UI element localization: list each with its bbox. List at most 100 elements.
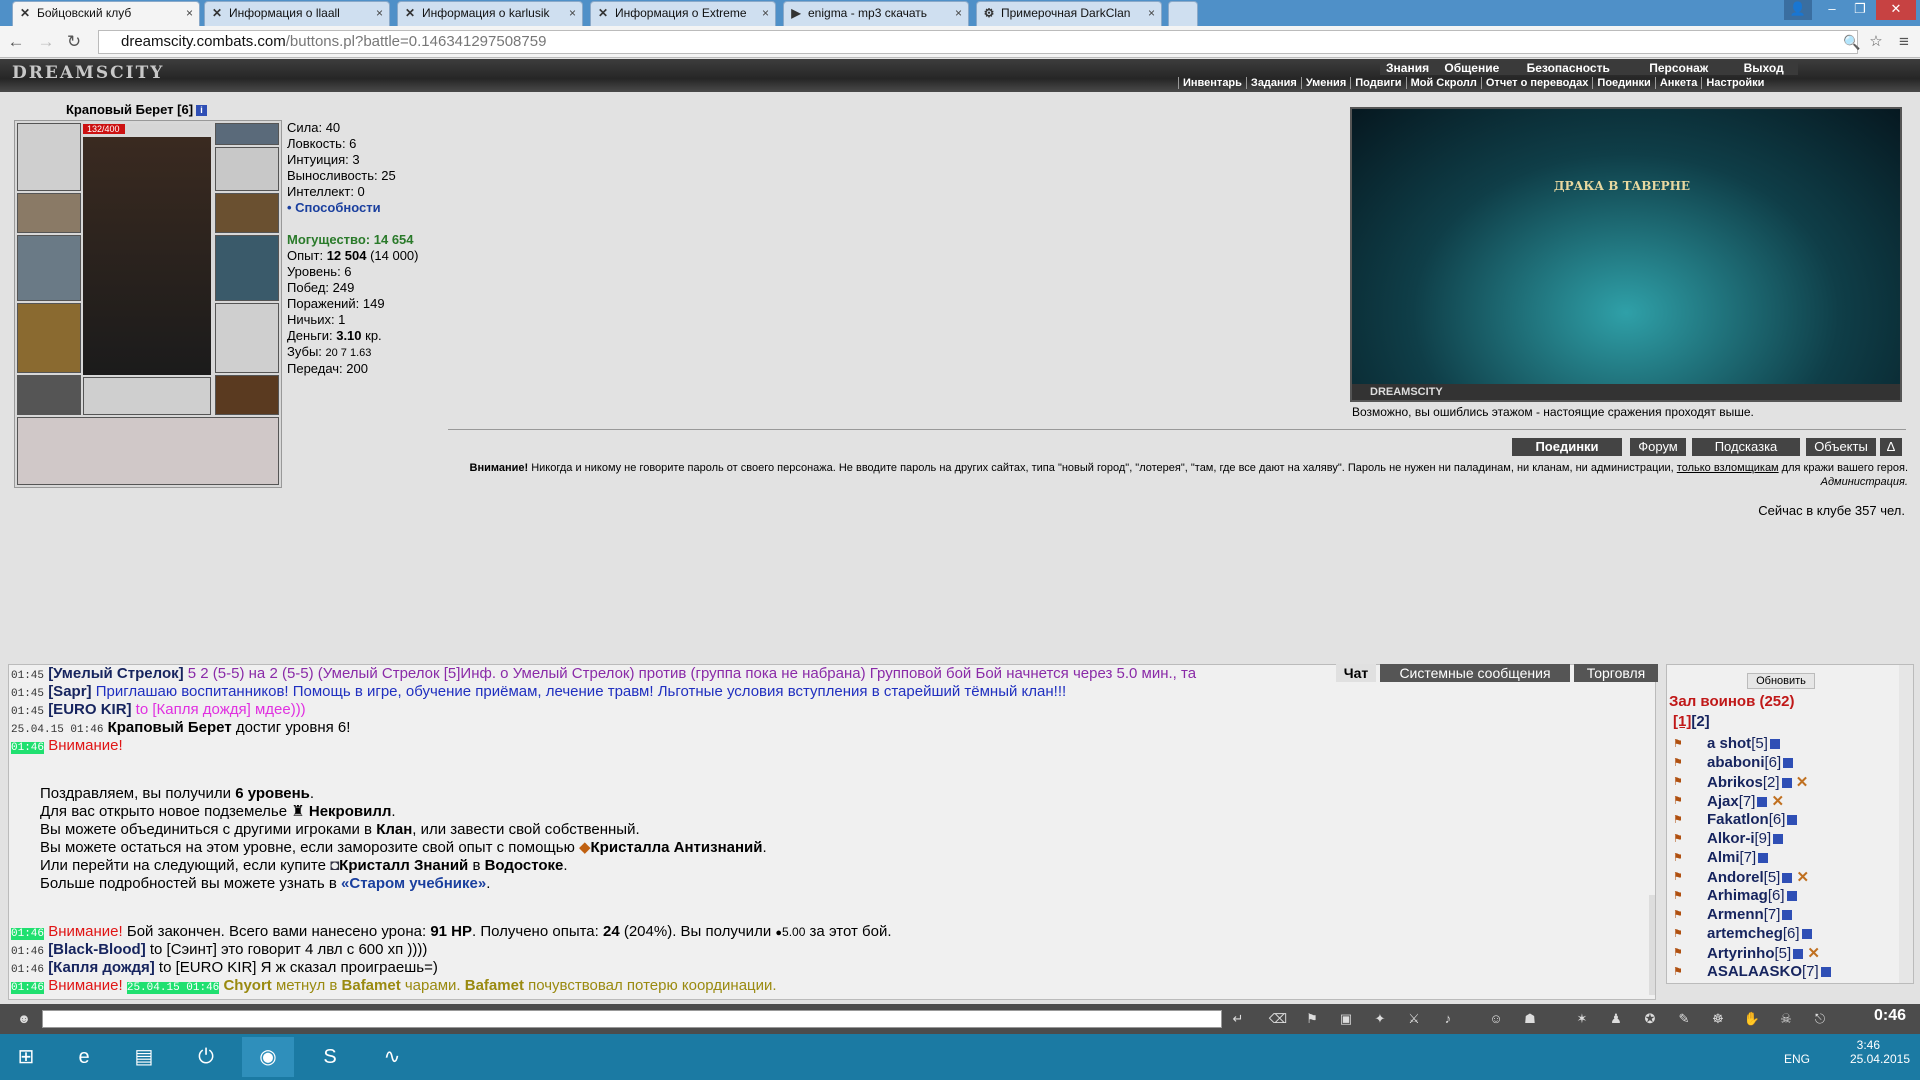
player-list-item[interactable]: Fakatlon[6] xyxy=(1707,811,1798,828)
windows-start-icon[interactable]: ⊞ xyxy=(0,1037,52,1077)
abilities-link[interactable]: • Способности xyxy=(287,200,396,216)
clan-icon[interactable]: ☸ xyxy=(1708,1010,1728,1028)
refresh-button[interactable]: Обновить xyxy=(1747,673,1815,689)
scroll-icon[interactable]: ✎ xyxy=(1674,1010,1694,1028)
save-icon[interactable]: ▣ xyxy=(1336,1010,1356,1028)
player-list-item[interactable]: Andorel[5] ✕ xyxy=(1707,868,1809,886)
bookmark-star-icon[interactable]: ☆ xyxy=(1866,32,1886,52)
info-icon[interactable] xyxy=(1820,967,1831,978)
tab-fight-club[interactable]: ✕ Бойцовский клуб × xyxy=(12,1,200,26)
close-icon[interactable]: × xyxy=(569,2,576,25)
url-input[interactable]: dreamscity.combats.com/buttons.pl?battle… xyxy=(98,30,1858,54)
menu-exit[interactable]: Выход xyxy=(1730,61,1798,75)
tab-chat[interactable]: Чат xyxy=(1336,664,1376,682)
menu-character[interactable]: Персонаж xyxy=(1631,61,1726,75)
close-icon[interactable]: × xyxy=(186,2,193,25)
menu-duels[interactable]: Поединки xyxy=(1592,77,1655,89)
scroll-slots[interactable] xyxy=(17,417,279,485)
player-list-item[interactable]: ababoni[6] xyxy=(1707,754,1794,771)
helmet-slot[interactable] xyxy=(17,123,81,191)
chat-input[interactable] xyxy=(42,1010,1222,1028)
player-list-item[interactable]: artemcheg[6] xyxy=(1707,925,1812,942)
chrome-icon[interactable]: ◉ xyxy=(242,1037,294,1077)
send-icon[interactable]: ↵ xyxy=(1228,1010,1248,1028)
menu-my-scroll[interactable]: Мой Скролл xyxy=(1405,77,1481,89)
objects-button[interactable]: Объекты xyxy=(1806,438,1876,456)
chat-scrollbar[interactable] xyxy=(1649,895,1655,995)
emoji-icon[interactable]: ☺ xyxy=(1486,1010,1506,1028)
info-icon[interactable] xyxy=(1769,739,1780,750)
close-icon[interactable]: × xyxy=(376,2,383,25)
delta-button[interactable]: Δ xyxy=(1880,438,1902,456)
info-icon[interactable] xyxy=(1783,758,1794,769)
menu-skills[interactable]: Умения xyxy=(1300,77,1351,89)
menu-feats[interactable]: Подвиги xyxy=(1350,77,1406,89)
exit-icon[interactable]: ⎋ xyxy=(1810,1010,1830,1028)
menu-profile[interactable]: Анкета xyxy=(1654,77,1702,89)
belt-slot[interactable] xyxy=(17,375,81,415)
tab-trade[interactable]: Торговля xyxy=(1574,664,1658,682)
menu-quests[interactable]: Задания xyxy=(1245,77,1301,89)
info-icon[interactable] xyxy=(1793,949,1804,960)
minimize-button[interactable]: – xyxy=(1818,0,1846,20)
location-image[interactable]: ДРАКА В ТАВЕРНЕ DREAMSCITY xyxy=(1350,107,1902,402)
shield-slot[interactable] xyxy=(215,235,279,301)
menu-icon[interactable]: ≡ xyxy=(1894,32,1914,52)
swords-icon[interactable]: ⚔ xyxy=(1404,1010,1424,1028)
menu-communication[interactable]: Общение xyxy=(1438,61,1505,75)
language-indicator[interactable]: ENG xyxy=(1784,1052,1810,1066)
tab-enigma[interactable]: ▶ enigma - mp3 скачать × xyxy=(783,1,969,26)
menu-settings[interactable]: Настройки xyxy=(1701,77,1769,89)
ie-icon[interactable]: e xyxy=(58,1037,110,1077)
explorer-icon[interactable]: ▤ xyxy=(118,1037,170,1077)
tab-darkclan[interactable]: ⚙ Примерочная DarkClan × xyxy=(976,1,1162,26)
skype-icon[interactable]: S xyxy=(304,1037,356,1077)
forum-button[interactable]: Форум xyxy=(1630,438,1686,456)
close-icon[interactable]: × xyxy=(762,2,769,25)
hackers-link[interactable]: только взломщикам xyxy=(1677,462,1779,474)
ring-slots[interactable] xyxy=(215,147,279,191)
duels-button[interactable]: Поединки xyxy=(1512,438,1622,456)
forward-icon[interactable]: → xyxy=(36,32,56,52)
info-icon[interactable] xyxy=(1801,929,1812,940)
power-app-icon[interactable]: ⏻ xyxy=(180,1037,232,1077)
search-icon[interactable]: 🔍 xyxy=(1842,32,1862,52)
fighter-icon[interactable]: ✦ xyxy=(1370,1010,1390,1028)
page-2-link[interactable]: [2] xyxy=(1691,713,1709,730)
gloves-slot[interactable] xyxy=(215,193,279,233)
player-list-item[interactable]: Abrikos[2] ✕ xyxy=(1707,773,1808,791)
user-icon[interactable]: 👤 xyxy=(1784,0,1812,20)
info-icon[interactable] xyxy=(1782,873,1793,884)
info-icon[interactable] xyxy=(1782,910,1793,921)
boots-slot[interactable] xyxy=(215,375,279,415)
eraser-icon[interactable]: ⌫ xyxy=(1268,1010,1288,1028)
info-icon[interactable]: i xyxy=(196,105,208,117)
info-icon[interactable] xyxy=(1757,797,1768,808)
close-icon[interactable]: × xyxy=(1148,2,1155,25)
tab-info-karlusik[interactable]: ✕ Информация о karlusik × xyxy=(397,1,583,26)
player-list-item[interactable]: Artyrinho[5] ✕ xyxy=(1707,944,1820,962)
player-list-item[interactable]: ASALAASKO[7] xyxy=(1707,963,1831,980)
close-window-button[interactable]: ✕ xyxy=(1876,0,1916,20)
maximize-button[interactable]: ❐ xyxy=(1846,0,1874,20)
smiley-icon[interactable]: ☻ xyxy=(14,1010,34,1028)
reload-icon[interactable]: ↻ xyxy=(64,32,84,52)
skull-icon[interactable]: ☠ xyxy=(1776,1010,1796,1028)
figure-icon[interactable]: ♟ xyxy=(1606,1010,1626,1028)
info-icon[interactable] xyxy=(1758,853,1769,864)
player-list-item[interactable]: a shot[5] xyxy=(1707,735,1780,752)
info-icon[interactable] xyxy=(1781,778,1792,789)
tab-info-llaall[interactable]: ✕ Информация о llaall × xyxy=(204,1,390,26)
new-tab-button[interactable] xyxy=(1168,1,1198,26)
hand-icon[interactable]: ✋ xyxy=(1742,1010,1762,1028)
filter-icon[interactable]: ⚑ xyxy=(1302,1010,1322,1028)
info-icon[interactable] xyxy=(1786,891,1797,902)
player-list-item[interactable]: Arhimag[6] xyxy=(1707,887,1797,904)
info-icon[interactable] xyxy=(1787,815,1798,826)
bracer-slot[interactable] xyxy=(17,193,81,233)
pocket-slots[interactable] xyxy=(83,377,211,415)
player-list-item[interactable]: Almi[7] xyxy=(1707,849,1769,866)
fight-icon[interactable]: ✶ xyxy=(1572,1010,1592,1028)
leggings-slot[interactable] xyxy=(215,303,279,373)
bag-icon[interactable]: ✪ xyxy=(1640,1010,1660,1028)
